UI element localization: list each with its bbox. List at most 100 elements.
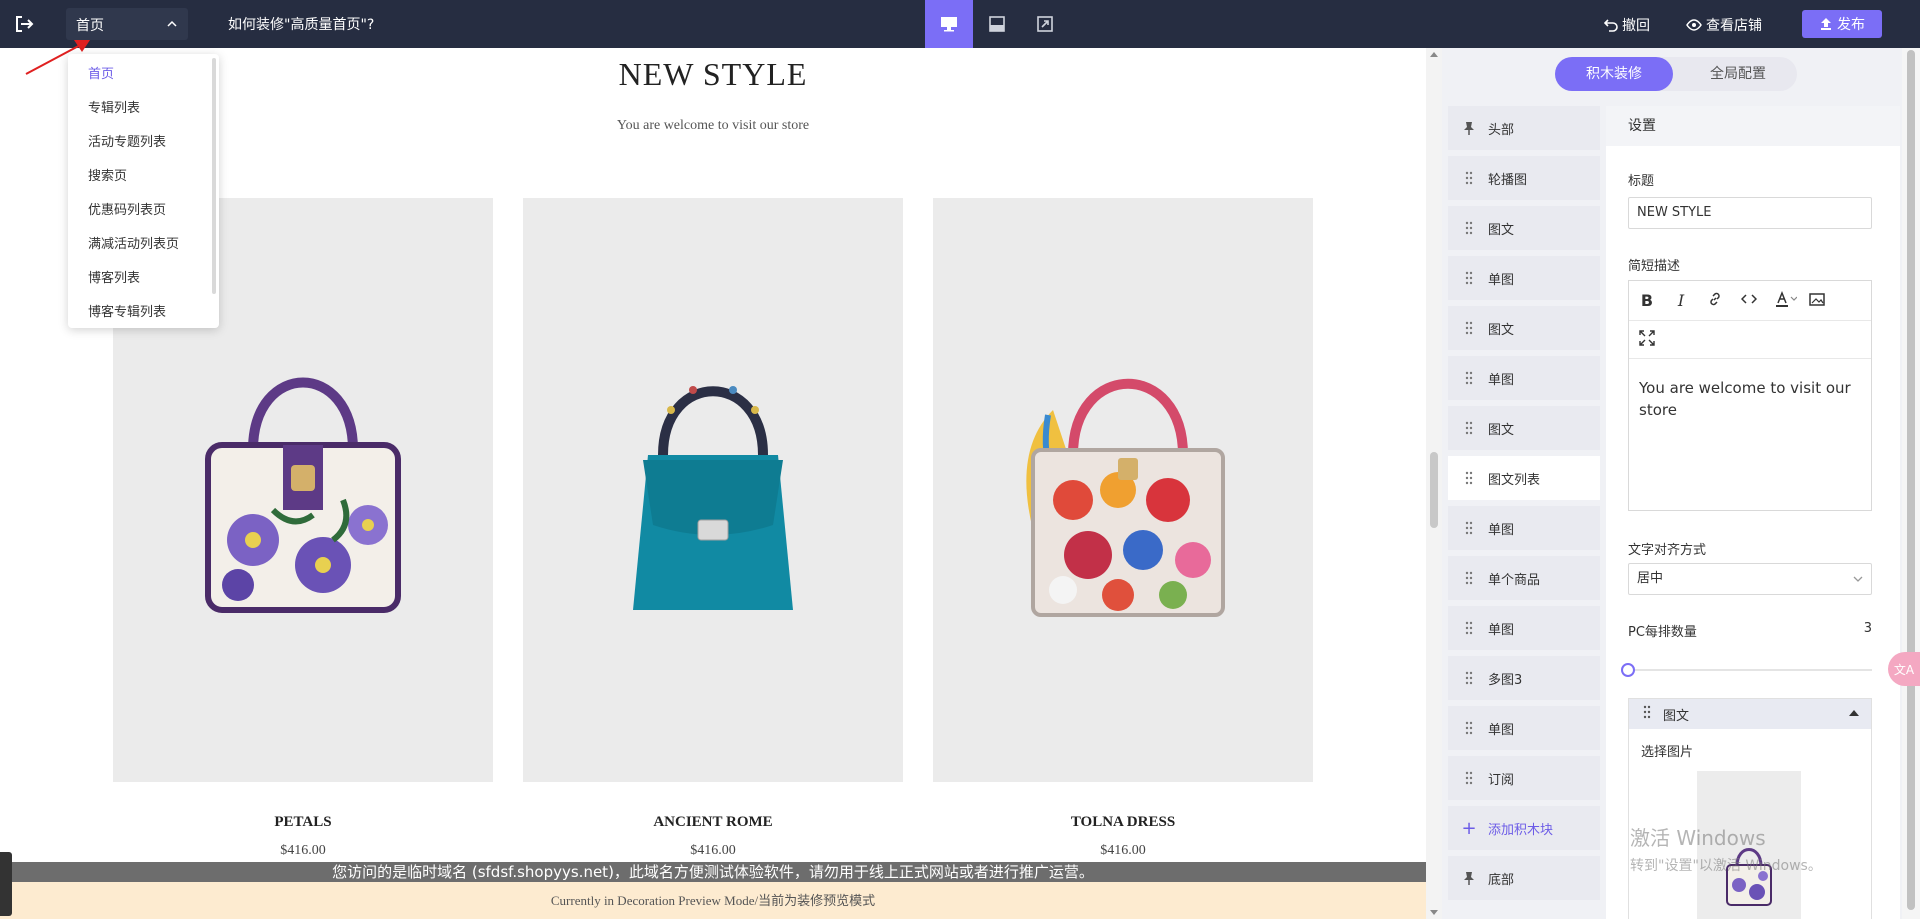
add-block-button[interactable]: + 添加积木块 <box>1448 806 1600 850</box>
dropdown-scrollbar[interactable] <box>212 58 216 294</box>
insert-image-icon[interactable] <box>1809 291 1825 311</box>
block-item[interactable]: 单图 <box>1448 706 1600 750</box>
exit-icon[interactable] <box>12 12 36 36</box>
product-name[interactable]: PETALS <box>113 814 493 831</box>
block-label: 单图 <box>1488 372 1515 388</box>
drag-handle-icon[interactable] <box>1462 620 1476 636</box>
product-name[interactable]: ANCIENT ROME <box>523 814 903 831</box>
block-item[interactable]: 图文 <box>1448 306 1600 350</box>
sub-block-title: 图文 <box>1663 708 1690 724</box>
product-image[interactable] <box>933 198 1313 782</box>
publish-button[interactable]: 发布 <box>1802 10 1882 38</box>
block-item[interactable]: 单个商品 <box>1448 556 1600 600</box>
block-label: 单图 <box>1488 622 1515 638</box>
upload-icon <box>1821 18 1831 30</box>
preview-scrollbar-thumb[interactable] <box>1430 452 1438 528</box>
block-item[interactable]: 订阅 <box>1448 756 1600 800</box>
page-option[interactable]: 搜索页 <box>68 160 219 194</box>
title-input[interactable]: NEW STYLE <box>1628 197 1872 229</box>
undo-button[interactable]: 撤回 <box>1604 15 1650 35</box>
editor-scrollbar[interactable] <box>1902 48 1920 919</box>
slider-track[interactable] <box>1628 669 1872 671</box>
drag-handle-icon[interactable] <box>1643 705 1651 723</box>
fullscreen-view-button[interactable] <box>1021 0 1069 48</box>
block-item[interactable]: 图文 <box>1448 406 1600 450</box>
expand-icon[interactable] <box>1639 329 1655 350</box>
block-label: 单个商品 <box>1488 572 1541 588</box>
product-name[interactable]: TOLNA DRESS <box>933 814 1313 831</box>
page-option[interactable]: 博客列表 <box>68 262 219 296</box>
drag-handle-icon[interactable] <box>1462 370 1476 386</box>
desktop-icon <box>941 17 957 32</box>
drag-handle-icon[interactable] <box>1462 570 1476 586</box>
drag-handle-icon[interactable] <box>1462 720 1476 736</box>
italic-icon[interactable]: I <box>1673 291 1689 310</box>
drag-handle-icon[interactable] <box>1462 670 1476 686</box>
tab-global-config[interactable]: 全局配置 <box>1679 57 1797 91</box>
handbag-purple-floral-image <box>205 377 401 613</box>
block-item-footer[interactable]: 底部 <box>1448 856 1600 900</box>
block-item[interactable]: 多图3 <box>1448 656 1600 700</box>
drag-handle-icon[interactable] <box>1462 220 1476 236</box>
font-color-icon[interactable] <box>1775 290 1798 311</box>
slider-knob[interactable] <box>1621 663 1635 677</box>
text-align-select[interactable]: 居中 <box>1628 563 1872 595</box>
rte-toolbar-secondary <box>1629 321 1871 359</box>
drag-handle-icon[interactable] <box>1462 320 1476 336</box>
block-item[interactable]: 头部 <box>1448 106 1600 150</box>
view-store-button[interactable]: 查看店铺 <box>1686 15 1762 35</box>
drag-handle-icon[interactable] <box>1462 420 1476 436</box>
fullscreen-icon <box>1037 16 1053 32</box>
scroll-down-icon[interactable] <box>1430 910 1438 915</box>
preview-scrollbar[interactable] <box>1426 48 1442 919</box>
text-align-label: 文字对齐方式 <box>1628 543 1707 558</box>
code-icon[interactable] <box>1740 291 1758 311</box>
drag-handle-icon[interactable] <box>1462 520 1476 536</box>
block-item[interactable]: 单图 <box>1448 506 1600 550</box>
description-label: 简短描述 <box>1628 259 1681 274</box>
translate-icon[interactable]: 文A <box>1888 652 1920 686</box>
scroll-up-icon[interactable] <box>1430 52 1438 57</box>
page-option[interactable]: 专辑列表 <box>68 92 219 126</box>
product-price: $416.00 <box>1100 843 1146 858</box>
block-label: 单图 <box>1488 522 1515 538</box>
bold-icon[interactable]: B <box>1639 291 1655 310</box>
block-item[interactable]: 单图 <box>1448 356 1600 400</box>
product-card[interactable]: TOLNA DRESS $416.00 <box>933 198 1313 859</box>
drag-handle-icon[interactable] <box>1462 170 1476 186</box>
page-option[interactable]: 博客专辑列表 <box>68 296 219 328</box>
page-option[interactable]: 优惠码列表页 <box>68 194 219 228</box>
rte-content[interactable]: You are welcome to visit our store <box>1629 359 1871 439</box>
drag-handle-icon[interactable] <box>1462 470 1476 486</box>
block-item[interactable]: 单图 <box>1448 606 1600 650</box>
add-block-label: 添加积木块 <box>1488 822 1554 838</box>
tab-block-decoration[interactable]: 积木装修 <box>1555 57 1673 91</box>
drag-handle-icon[interactable] <box>1462 270 1476 286</box>
page-option[interactable]: 首页 <box>68 58 219 92</box>
sub-block-header[interactable]: 图文 <box>1629 699 1871 729</box>
block-item[interactable]: 单图 <box>1448 256 1600 300</box>
product-price: $416.00 <box>690 843 736 858</box>
tablet-view-button[interactable] <box>973 0 1021 48</box>
help-link[interactable]: 如何装修"高质量首页"? <box>228 14 374 34</box>
block-label: 轮播图 <box>1488 172 1528 188</box>
product-card[interactable]: ANCIENT ROME $416.00 <box>523 198 903 859</box>
drag-handle-icon[interactable] <box>1462 770 1476 786</box>
editor-scrollbar-thumb[interactable] <box>1907 50 1915 910</box>
page-option[interactable]: 满减活动列表页 <box>68 228 219 262</box>
block-item[interactable]: 图文 <box>1448 206 1600 250</box>
product-image[interactable] <box>523 198 903 782</box>
settings-header: 设置 <box>1606 106 1900 146</box>
block-item-active[interactable]: 图文列表 <box>1448 456 1600 500</box>
pin-icon <box>1462 120 1476 136</box>
link-icon[interactable] <box>1707 291 1723 311</box>
desktop-view-button[interactable] <box>925 0 973 48</box>
per-row-slider[interactable] <box>1621 663 1872 677</box>
collapse-icon[interactable] <box>1849 710 1859 716</box>
side-handle[interactable] <box>0 852 12 916</box>
preview-mode-notice: Currently in Decoration Preview Mode/当前为… <box>0 882 1426 919</box>
block-label: 图文 <box>1488 322 1515 338</box>
block-list: 头部 轮播图 图文 单图 图文 单图 图文 图文列表 单图 单个商品 单图 多图… <box>1448 106 1600 906</box>
page-option[interactable]: 活动专题列表 <box>68 126 219 160</box>
block-item[interactable]: 轮播图 <box>1448 156 1600 200</box>
